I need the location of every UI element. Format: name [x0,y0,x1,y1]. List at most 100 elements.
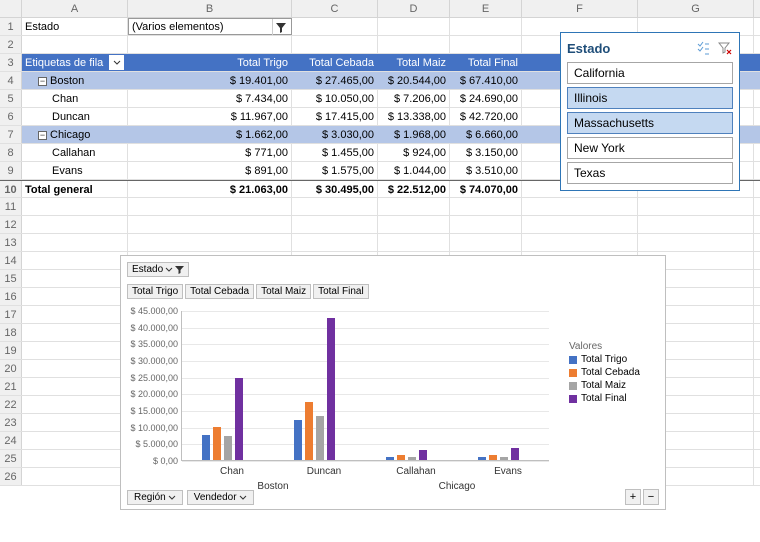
pivot-col-header[interactable]: Total Final [450,54,522,71]
col-header-A[interactable]: A [22,0,128,17]
row-header-7[interactable]: 7 [0,126,22,143]
pivot-value[interactable]: $ 771,00 [128,144,292,161]
pivot-rowlabel-header[interactable]: Etiquetas de fila [22,54,128,71]
row-header-26[interactable]: 26 [0,468,22,485]
col-header-C[interactable]: C [292,0,378,17]
collapse-icon[interactable]: − [38,131,47,140]
pivot-value[interactable]: $ 1.044,00 [378,162,450,179]
multiselect-icon[interactable] [695,40,711,56]
pivot-value[interactable]: $ 3.510,00 [450,162,522,179]
col-header-D[interactable]: D [378,0,450,17]
pivot-value[interactable]: $ 7.206,00 [378,90,450,107]
pivot-value[interactable]: $ 6.660,00 [450,126,522,143]
cell[interactable] [22,414,128,431]
cell[interactable] [22,324,128,341]
chart-axis-field-button[interactable]: Región [127,490,183,505]
cell[interactable] [450,216,522,233]
slicer-item-massachusetts[interactable]: Massachusetts [567,112,733,134]
cell[interactable] [292,36,378,53]
row-header-13[interactable]: 13 [0,234,22,251]
row-header-24[interactable]: 24 [0,432,22,449]
cell[interactable] [450,36,522,53]
pivot-value[interactable]: $ 1.968,00 [378,126,450,143]
pivot-item-row[interactable]: Evans [22,162,128,179]
cell[interactable] [22,342,128,359]
clear-filter-icon[interactable] [717,40,733,56]
cell[interactable] [638,216,754,233]
chart-value-button[interactable]: Total Maiz [256,284,311,299]
slicer-item-texas[interactable]: Texas [567,162,733,184]
pivot-value[interactable]: $ 11.967,00 [128,108,292,125]
slicer-estado[interactable]: Estado CaliforniaIllinoisMassachusettsNe… [560,32,740,191]
rowlabel-dropdown-icon[interactable] [109,55,124,70]
row-header-11[interactable]: 11 [0,198,22,215]
pivot-item-row[interactable]: Callahan [22,144,128,161]
cell[interactable] [22,450,128,467]
cell[interactable] [22,288,128,305]
pivot-col-header[interactable]: Total Cebada [292,54,378,71]
row-header-22[interactable]: 22 [0,396,22,413]
row-header-8[interactable]: 8 [0,144,22,161]
grand-total-value[interactable]: $ 22.512,00 [378,181,450,197]
cell[interactable] [22,252,128,269]
cell[interactable] [22,360,128,377]
cell[interactable] [378,36,450,53]
pivot-value[interactable]: $ 13.338,00 [378,108,450,125]
pivot-value[interactable]: $ 3.150,00 [450,144,522,161]
cell[interactable] [128,36,292,53]
cell[interactable] [522,234,638,251]
chart-expand-button[interactable]: + [625,489,641,505]
cell[interactable] [128,198,292,215]
cell[interactable] [22,396,128,413]
col-header-G[interactable]: G [638,0,754,17]
row-header-10[interactable]: 10 [0,181,22,197]
row-header-2[interactable]: 2 [0,36,22,53]
grand-total-label[interactable]: Total general [22,181,128,197]
pivot-value[interactable]: $ 1.662,00 [128,126,292,143]
pivot-value[interactable]: $ 891,00 [128,162,292,179]
pivot-value[interactable]: $ 17.415,00 [292,108,378,125]
slicer-item-new-york[interactable]: New York [567,137,733,159]
row-header-15[interactable]: 15 [0,270,22,287]
pivot-value[interactable]: $ 3.030,00 [292,126,378,143]
pivot-value[interactable]: $ 1.455,00 [292,144,378,161]
chart-filter-estado[interactable]: Estado [127,262,189,277]
row-header-4[interactable]: 4 [0,72,22,89]
row-header-19[interactable]: 19 [0,342,22,359]
pivot-chart[interactable]: Estado Total TrigoTotal CebadaTotal Maiz… [120,255,666,510]
cell[interactable] [22,432,128,449]
grand-total-value[interactable]: $ 30.495,00 [292,181,378,197]
row-header-5[interactable]: 5 [0,90,22,107]
cell[interactable] [128,216,292,233]
row-header-18[interactable]: 18 [0,324,22,341]
slicer-item-california[interactable]: California [567,62,733,84]
pivot-value[interactable]: $ 924,00 [378,144,450,161]
collapse-icon[interactable]: − [38,77,47,86]
col-header-E[interactable]: E [450,0,522,17]
filter-field-label[interactable]: Estado [22,18,128,35]
cell[interactable] [128,234,292,251]
row-header-9[interactable]: 9 [0,162,22,179]
col-header-B[interactable]: B [128,0,292,17]
pivot-value[interactable]: $ 20.544,00 [378,72,450,89]
row-header-20[interactable]: 20 [0,360,22,377]
cell[interactable] [22,198,128,215]
pivot-value[interactable]: $ 10.050,00 [292,90,378,107]
pivot-value[interactable]: $ 7.434,00 [128,90,292,107]
row-header-3[interactable]: 3 [0,54,22,71]
cell[interactable] [22,378,128,395]
cell[interactable] [522,198,638,215]
cell[interactable] [450,198,522,215]
slicer-item-illinois[interactable]: Illinois [567,87,733,109]
cell[interactable] [450,234,522,251]
pivot-col-header[interactable]: Total Trigo [128,54,292,71]
cell[interactable] [292,234,378,251]
cell[interactable] [292,198,378,215]
grand-total-value[interactable]: $ 21.063,00 [128,181,292,197]
pivot-group-row[interactable]: −Boston [22,72,128,89]
pivot-value[interactable]: $ 27.465,00 [292,72,378,89]
chart-collapse-button[interactable]: − [643,489,659,505]
row-header-1[interactable]: 1 [0,18,22,35]
cell[interactable] [22,468,128,485]
row-header-16[interactable]: 16 [0,288,22,305]
